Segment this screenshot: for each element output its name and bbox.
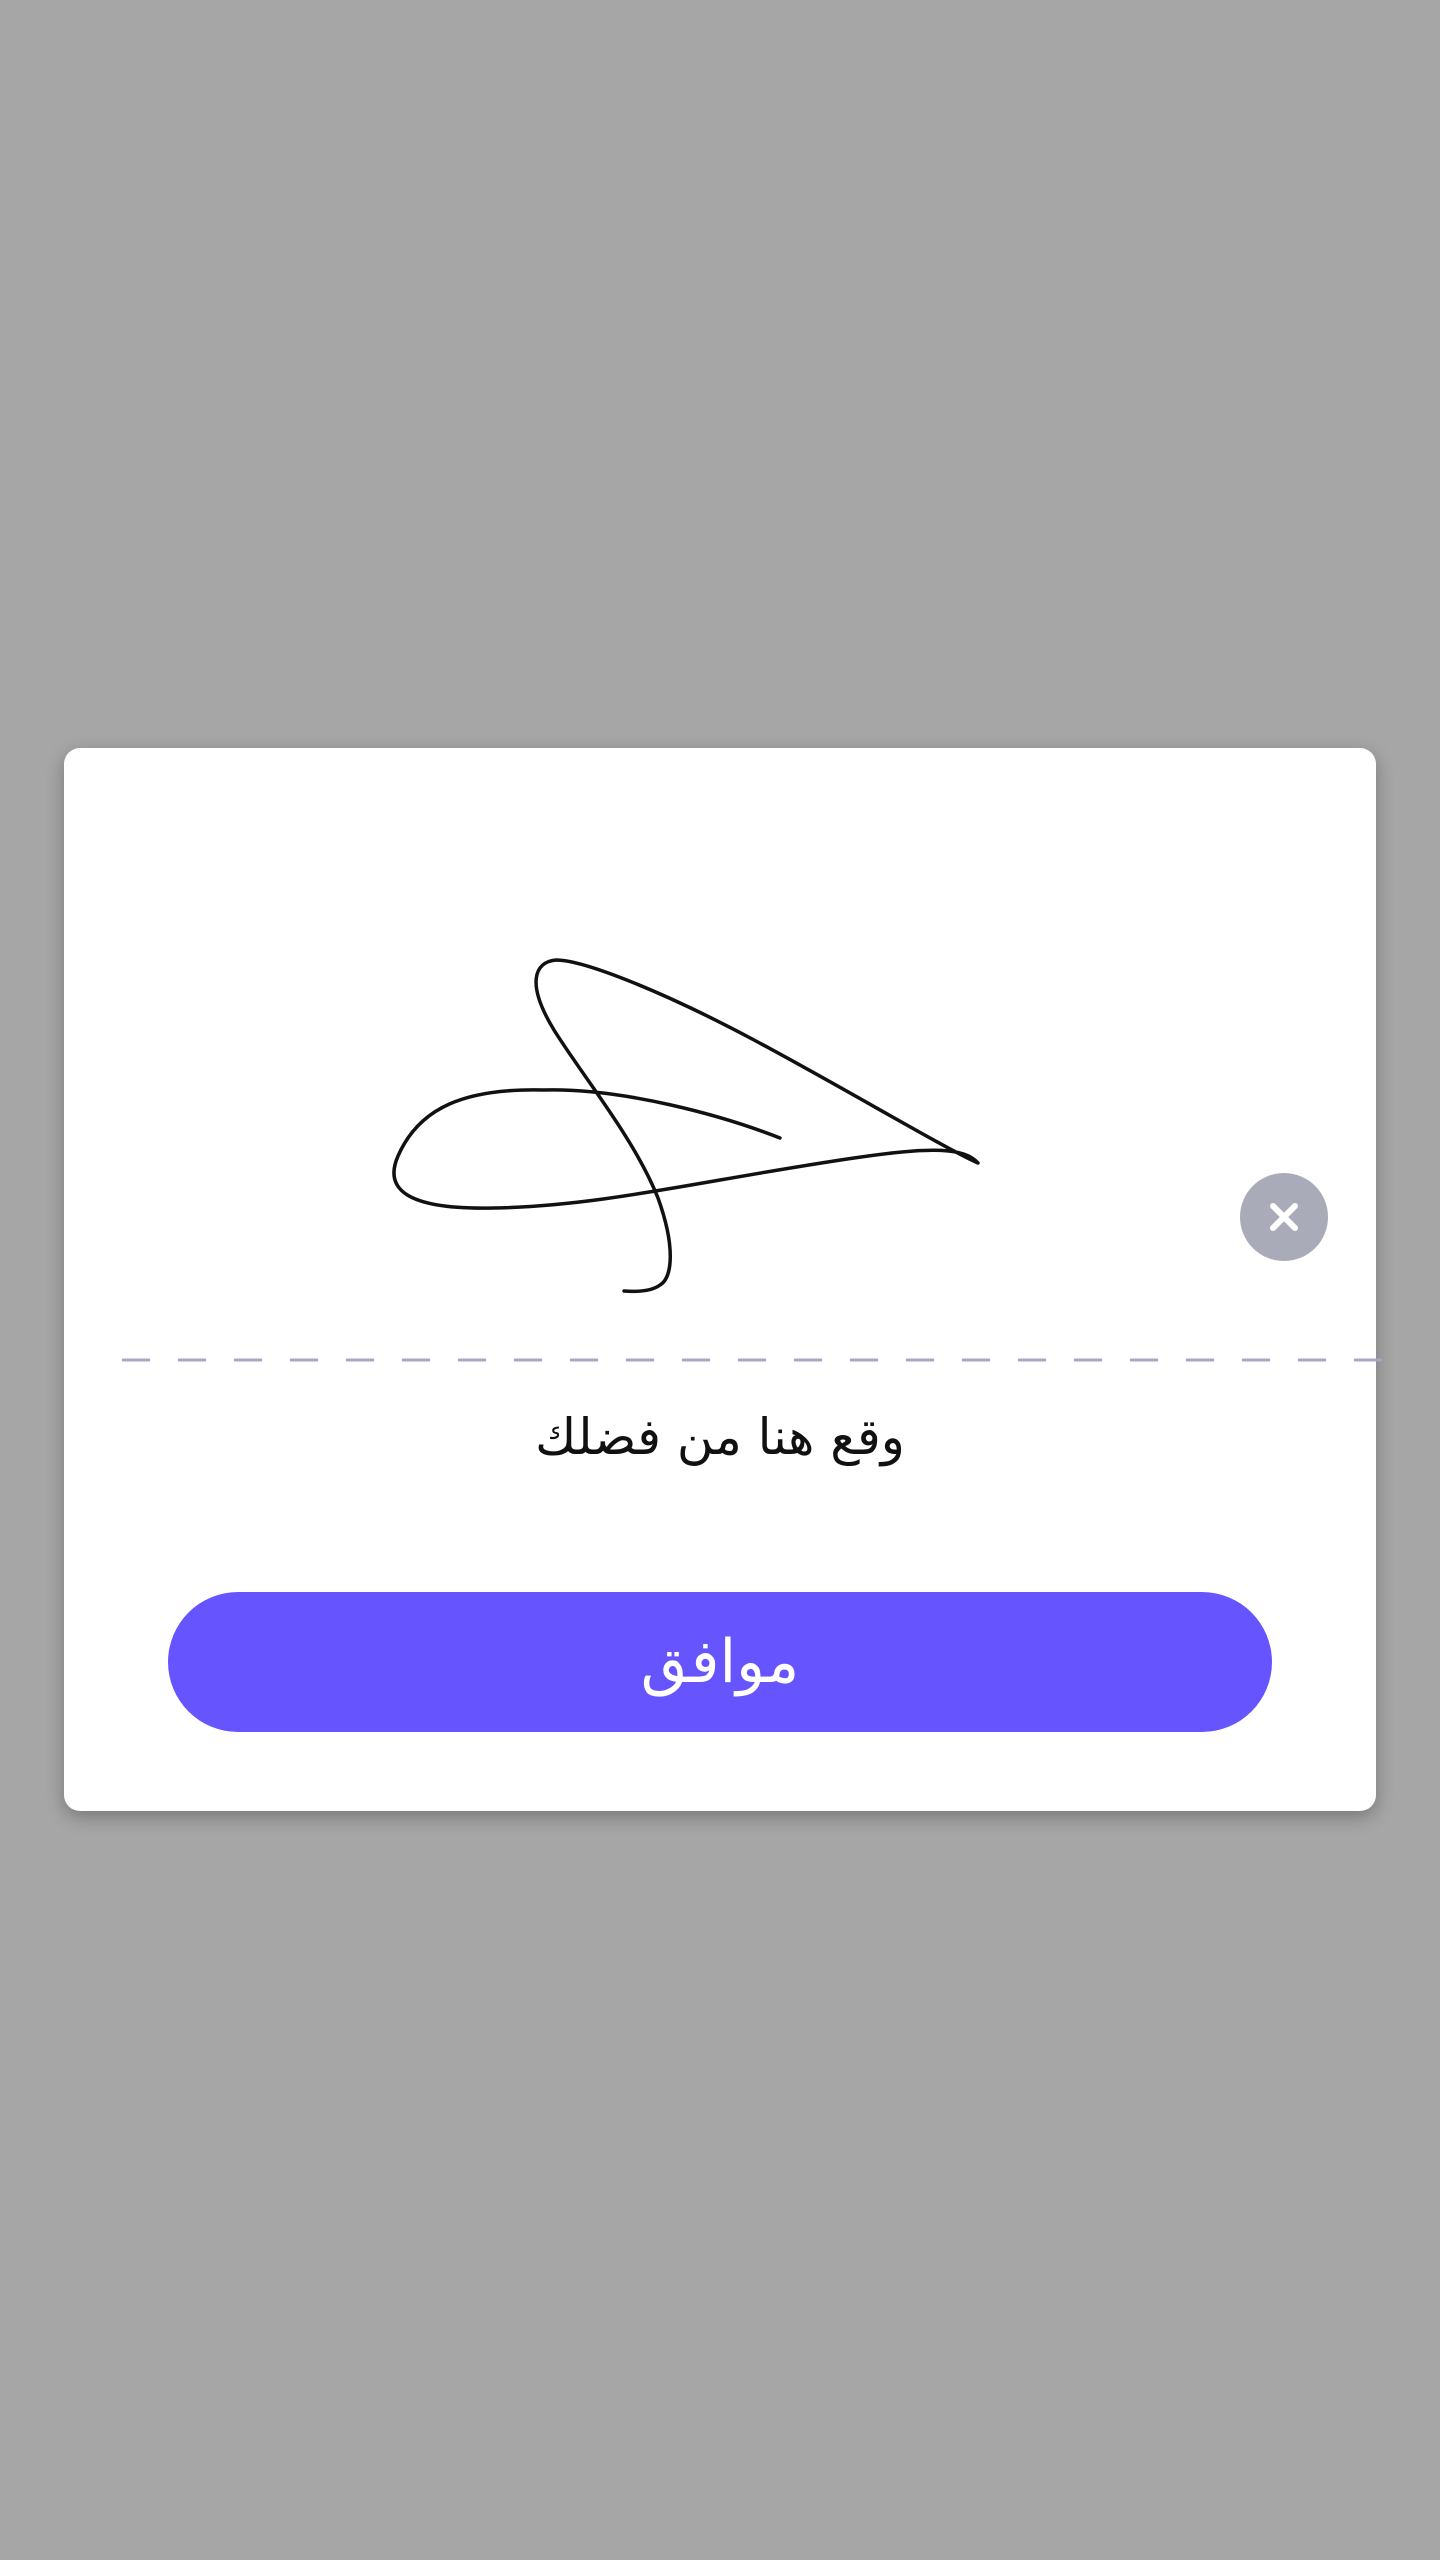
close-icon xyxy=(1270,1203,1298,1231)
ok-button-label: موافق xyxy=(640,1627,800,1697)
signature-dialog: وقع هنا من فضلك موافق xyxy=(64,748,1394,1811)
signature-prompt: وقع هنا من فضلك xyxy=(535,1408,905,1466)
signature-pad[interactable] xyxy=(64,748,1376,1388)
signature-baseline xyxy=(122,1358,1394,1362)
clear-signature-button[interactable] xyxy=(1240,1173,1328,1261)
signature-stroke xyxy=(392,958,980,1294)
ok-button[interactable]: موافق xyxy=(168,1592,1272,1732)
